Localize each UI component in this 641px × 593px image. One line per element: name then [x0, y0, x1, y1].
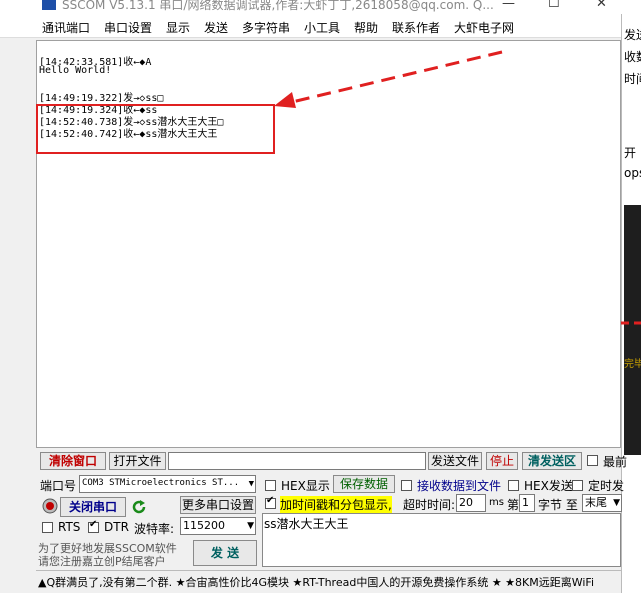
maximize-button[interactable]: ☐ [548, 0, 560, 11]
byte-to-label: 字节 至 [538, 498, 578, 512]
highlight-box [36, 104, 275, 154]
send-textarea[interactable]: ss潜水大王大王 [262, 513, 621, 567]
topmost-checkbox[interactable] [587, 455, 598, 466]
close-button[interactable]: ✕ [596, 0, 607, 11]
byte-index-input[interactable]: 1 [519, 494, 535, 512]
chevron-down-icon: ▼ [247, 521, 254, 531]
stop-button[interactable]: 停止 [486, 452, 518, 470]
menu-multi-string[interactable]: 多字符串 [242, 19, 290, 36]
promo-line-2: 请您注册嘉立创P结尾客户 [38, 555, 166, 568]
menu-help[interactable]: 帮助 [354, 19, 378, 36]
menu-tools[interactable]: 小工具 [304, 19, 340, 36]
status-bar: ▲Q群满员了,没有第二个群. ★合宙高性价比4G模块 ★RT-Thread中国人… [36, 570, 621, 592]
annotation-arrow-icon [274, 50, 503, 108]
bg-fragment-send: 发送 [624, 28, 641, 42]
menu-comm-port[interactable]: 通讯端口 [42, 19, 90, 36]
clear-window-button[interactable]: 清除窗口 [40, 452, 106, 470]
bg-fragment-open: 开 [624, 146, 637, 160]
bg-fragment-ops: ops [624, 166, 641, 180]
open-file-button[interactable]: 打开文件 [109, 452, 166, 470]
hex-send-checkbox[interactable] [508, 480, 519, 491]
menu-website[interactable]: 大虾电子网 [454, 19, 514, 36]
timestamp-checkbox[interactable]: ✔ [265, 495, 276, 509]
hex-display-label: HEX显示 [281, 479, 330, 493]
status-text: ▲Q群满员了,没有第二个群. ★合宙高性价比4G模块 ★RT-Thread中国人… [38, 576, 595, 589]
minimize-button[interactable]: — [502, 0, 515, 11]
menu-bar: 通讯端口 串口设置 显示 发送 多字符串 小工具 帮助 联系作者 大虾电子网 [0, 14, 641, 38]
timeout-label: 超时时间: [403, 498, 456, 512]
save-data-button[interactable]: 保存数据 [333, 475, 395, 493]
chevron-down-icon: ▼ [248, 479, 254, 489]
clear-send-button[interactable]: 清发送区 [522, 452, 582, 470]
port-label: 端口号 [40, 479, 77, 493]
more-settings-button[interactable]: 更多串口设置 [180, 496, 256, 514]
timed-send-checkbox[interactable] [572, 480, 583, 491]
menu-serial-settings[interactable]: 串口设置 [104, 19, 152, 36]
port-select[interactable]: COM3 STMicroelectronics ST... ▼ [79, 475, 256, 493]
annotation-dash-icon [621, 321, 641, 325]
file-path-input[interactable] [168, 452, 426, 470]
window-title: SSCOM V5.13.1 串口/网络数据调试器,作者:大虾丁丁,2618058… [62, 0, 494, 12]
hex-display-checkbox[interactable] [265, 480, 276, 491]
hex-send-label: HEX发送 [524, 479, 573, 493]
timed-send-label: 定时发 [588, 479, 625, 493]
menu-send[interactable]: 发送 [204, 19, 228, 36]
send-text: ss潜水大王大王 [264, 517, 349, 531]
topmost-label: 最前 [603, 455, 628, 469]
send-button[interactable]: 发 送 [193, 540, 257, 566]
receive-line: Hello World! [39, 65, 112, 76]
port-status-icon [42, 498, 58, 514]
recv-to-file-checkbox[interactable] [401, 480, 412, 491]
dtr-label: DTR [104, 520, 129, 534]
recv-to-file-label: 接收数据到文件 [417, 479, 502, 493]
timestamp-label: 加时间戳和分包显示, [280, 496, 392, 513]
baud-label: 波特率: [134, 522, 175, 536]
nth-label: 第 [507, 498, 520, 512]
menu-contact-author[interactable]: 联系作者 [392, 19, 440, 36]
port-select-value: COM3 STMicroelectronics ST... [82, 478, 240, 488]
ms-label: ms [489, 497, 504, 508]
end-select-value: 末尾 [585, 496, 607, 509]
end-select[interactable]: 末尾 ▼ [582, 494, 622, 512]
timeout-input[interactable]: 20 [456, 494, 486, 512]
bg-fragment-time: 时间 [624, 72, 641, 86]
rts-checkbox[interactable] [42, 522, 53, 533]
baud-select[interactable]: 115200 ▼ [180, 517, 256, 535]
close-port-button[interactable]: 关闭串口 [60, 497, 126, 517]
rts-label: RTS [58, 520, 81, 534]
send-file-button[interactable]: 发送文件 [428, 452, 482, 470]
background-editor: 完毕 [624, 205, 641, 455]
bg-fragment-done: 完毕 [624, 359, 641, 370]
baud-select-value: 115200 [183, 519, 225, 532]
dtr-checkbox[interactable]: ✔ [88, 519, 99, 533]
app-icon [42, 0, 56, 10]
refresh-icon[interactable] [130, 498, 148, 516]
bg-fragment-recv: 收数 [624, 50, 641, 64]
chevron-down-icon: ▼ [613, 498, 620, 508]
menu-display[interactable]: 显示 [166, 19, 190, 36]
title-bar: SSCOM V5.13.1 串口/网络数据调试器,作者:大虾丁丁,2618058… [0, 0, 641, 14]
